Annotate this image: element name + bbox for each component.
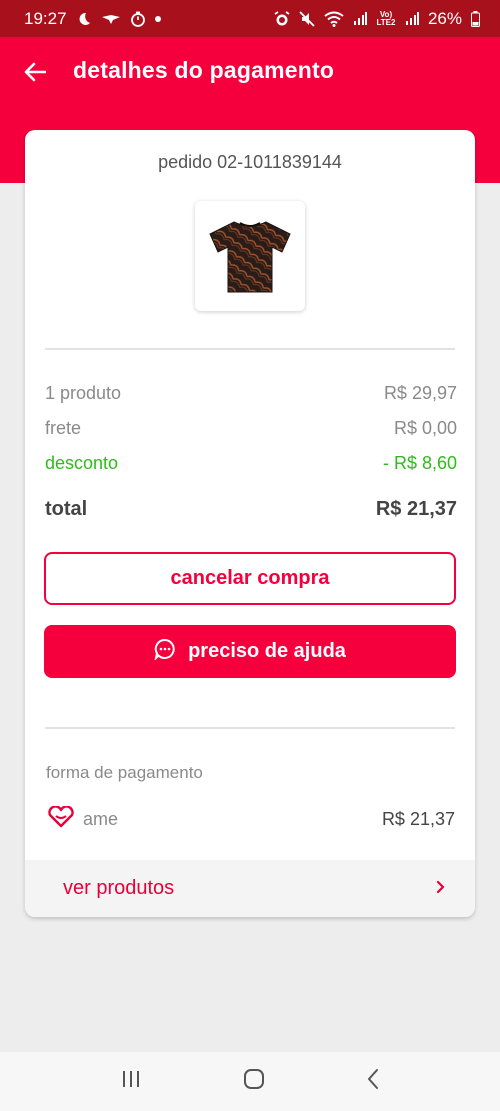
cancel-order-button[interactable]: cancelar compra (44, 552, 456, 605)
view-products-link[interactable]: ver produtos (25, 860, 475, 917)
summary-value: - R$ 8,60 (382, 453, 457, 473)
summary-label: frete (45, 418, 82, 438)
summary-value: R$ 29,97 (383, 383, 457, 403)
cancel-order-label: cancelar compra (170, 567, 330, 589)
payment-method: ame (47, 805, 119, 833)
battery-percent: 26% (427, 8, 462, 28)
summary-row-total: total R$ 21,37 (45, 498, 457, 521)
summary-value: R$ 0,00 (393, 418, 457, 438)
view-products-label: ver produtos (63, 877, 175, 899)
payment-method-row: ame R$ 21,37 (47, 805, 455, 833)
signal-icon (353, 11, 367, 26)
total-label: total (45, 498, 88, 520)
page-title: detalhes do pagamento (73, 57, 335, 83)
divider (45, 348, 455, 350)
order-id: pedido 02-1011839144 (158, 152, 342, 172)
bird-icon (101, 12, 121, 26)
payment-method-label: ame (83, 809, 119, 829)
summary-label: 1 produto (45, 383, 122, 403)
status-bar-left: 19:27 (24, 9, 161, 29)
help-button[interactable]: preciso de ajuda (44, 625, 456, 678)
help-label: preciso de ajuda (188, 640, 346, 662)
alarm-icon (274, 10, 290, 27)
back-icon[interactable] (366, 1068, 380, 1095)
t-shirt-product-image (209, 221, 291, 293)
arrow-left-icon[interactable] (22, 59, 48, 85)
summary-row-shipping: frete R$ 0,00 (45, 418, 457, 439)
heart-icon (47, 805, 75, 833)
product-thumbnail[interactable] (195, 201, 305, 311)
summary-row-products: 1 produto R$ 29,97 (45, 383, 457, 404)
mute-icon (299, 10, 315, 27)
wifi-icon (324, 11, 344, 27)
timer-icon (130, 11, 146, 27)
chevron-right-icon (435, 877, 447, 900)
payment-details-card: pedido 02-1011839144 1 produto R$ 29,97 … (25, 130, 475, 917)
recent-apps-icon[interactable] (120, 1069, 142, 1094)
status-bar: 19:27 Vo) LTE2 26% (0, 0, 500, 37)
chat-icon (154, 638, 176, 666)
summary-row-discount: desconto - R$ 8,60 (45, 453, 457, 474)
moon-icon (76, 11, 92, 27)
system-nav-bar (0, 1052, 500, 1111)
battery-icon (471, 10, 480, 27)
payment-amount: R$ 21,37 (381, 809, 455, 829)
status-bar-right: Vo) LTE2 26% (274, 9, 480, 29)
home-icon[interactable] (243, 1068, 265, 1095)
network-type-label: Vo) LTE2 (376, 9, 396, 27)
signal-icon (405, 11, 419, 26)
divider (45, 727, 455, 729)
status-time: 19:27 (24, 8, 67, 28)
dot-icon (154, 15, 161, 22)
total-value: R$ 21,37 (375, 498, 457, 520)
summary-label: desconto (45, 453, 119, 473)
payment-section-label: forma de pagamento (46, 763, 203, 782)
